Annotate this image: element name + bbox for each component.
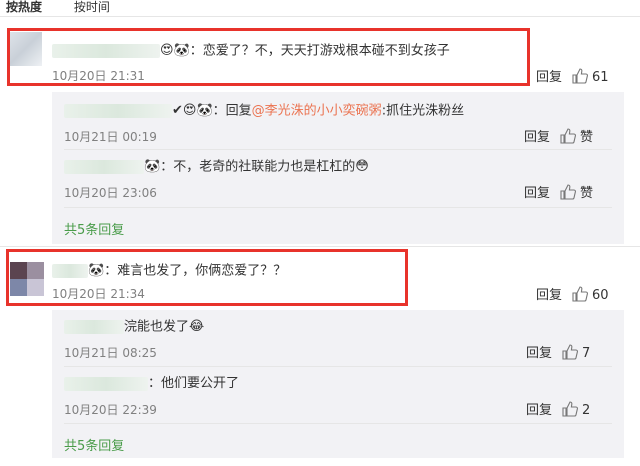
reply-1-actions: 回复 赞 — [524, 126, 593, 148]
heart-eyes-emoji-icon: 😍 — [182, 103, 197, 118]
reply-3-text: 浣能也发了 — [124, 319, 190, 335]
reply-divider — [64, 366, 612, 367]
panda-emoji-icon: 🐼 — [196, 103, 213, 118]
reply-divider — [64, 207, 612, 208]
thumbs-up-icon[interactable] — [572, 285, 589, 306]
blurred-username[interactable] — [64, 104, 172, 118]
reply-divider — [64, 423, 612, 424]
reply-button[interactable]: 回复 — [524, 186, 550, 201]
mention-link[interactable]: @李光洙的小小奕碗粥 — [252, 104, 382, 119]
thumbs-up-icon[interactable] — [562, 400, 579, 421]
more-replies-link[interactable]: 共5条回复 — [64, 435, 124, 454]
more-replies-link[interactable]: 共5条回复 — [64, 219, 124, 238]
reply-4-time: 10月20日 22:39 — [64, 403, 157, 417]
reply-3-time: 10月21日 08:25 — [64, 346, 157, 360]
comment-divider — [0, 246, 640, 247]
blurred-username[interactable] — [64, 376, 148, 391]
thumbs-up-icon[interactable] — [572, 67, 589, 88]
reply-4-content: ：他们要公开了 — [64, 375, 239, 393]
reply-button[interactable]: 回复 — [524, 130, 550, 145]
comment-1-actions: 回复 61 — [536, 66, 609, 88]
reply-button[interactable]: 回复 — [536, 70, 562, 85]
comment-2-actions: 回复 60 — [536, 284, 609, 306]
sort-by-hot-tab[interactable]: 按热度 — [6, 0, 42, 14]
thumbs-up-icon[interactable] — [560, 183, 577, 204]
reply-2-time: 10月20日 23:06 — [64, 186, 157, 200]
like-count: 60 — [592, 288, 609, 303]
reply-4-text: ：他们要公开了 — [148, 376, 240, 391]
sort-tabs: 按热度 按时间 — [6, 0, 138, 16]
like-label[interactable]: 赞 — [580, 186, 593, 201]
thumbs-up-icon[interactable] — [562, 343, 579, 364]
sort-by-time-tab[interactable]: 按时间 — [74, 0, 110, 14]
like-count: 2 — [582, 403, 591, 418]
thumbs-up-icon[interactable] — [560, 127, 577, 148]
blurred-username[interactable] — [64, 160, 144, 174]
reply-1-text: :抓住光洙粉丝 — [381, 103, 465, 119]
reply-1-time: 10月21日 00:19 — [64, 130, 157, 144]
highlight-box — [6, 249, 408, 306]
reply-button[interactable]: 回复 — [526, 346, 552, 361]
reply-2-content: 🐼：不，老奇的社联能力也是杠杠的😳 — [64, 158, 369, 177]
blurred-username[interactable] — [64, 320, 124, 334]
check-emoji-icon: ✔ — [172, 103, 183, 118]
reply-3-content: 浣能也发了😂 — [64, 318, 204, 337]
sort-divider — [0, 16, 640, 17]
reply-divider — [64, 149, 612, 150]
reply-3-actions: 回复 7 — [526, 342, 590, 364]
reply-4-actions: 回复 2 — [526, 399, 590, 421]
highlight-box — [7, 28, 530, 86]
laughing-emoji-icon: 😂 — [189, 319, 205, 334]
reply-1-prefix: ：回复 — [212, 103, 252, 119]
panda-emoji-icon: 🐼 — [144, 159, 161, 174]
reply-2-text: ：不，老奇的社联能力也是杠杠的 — [160, 159, 356, 175]
blushing-emoji-icon: 😳 — [355, 159, 369, 174]
reply-button[interactable]: 回复 — [526, 403, 552, 418]
like-count: 61 — [592, 70, 609, 85]
like-count: 7 — [582, 346, 591, 361]
like-label[interactable]: 赞 — [580, 130, 593, 145]
reply-2-actions: 回复 赞 — [524, 182, 593, 204]
reply-button[interactable]: 回复 — [536, 288, 562, 303]
reply-1-content: ✔😍🐼：回复@李光洙的小小奕碗粥:抓住光洙粉丝 — [64, 102, 464, 121]
